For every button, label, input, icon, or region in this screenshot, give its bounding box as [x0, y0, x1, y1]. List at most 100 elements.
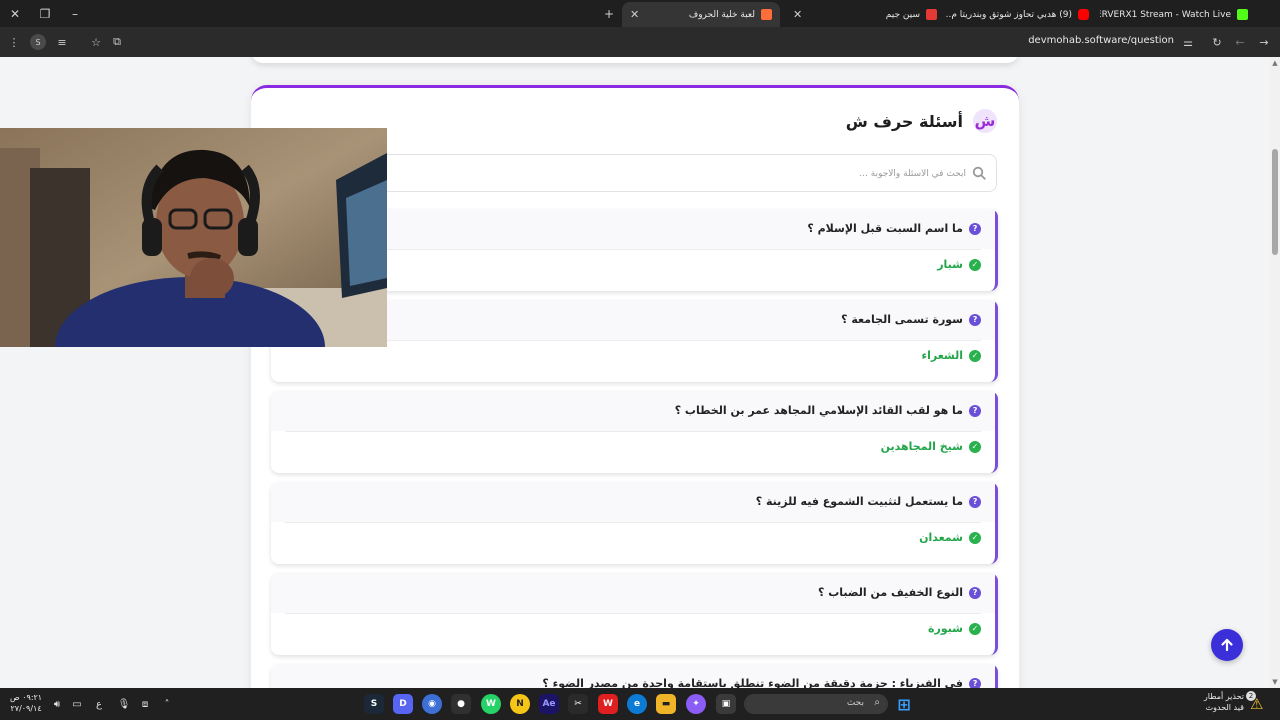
answer-text: الشعراء — [921, 349, 963, 362]
seen-jeem-favicon-icon — [926, 9, 937, 20]
answer-text: شبار — [937, 258, 963, 271]
weather-title: تحذير أمطار — [1203, 692, 1244, 701]
question-item[interactable]: ? في الفيزياء : حزمة دقيقة من الضوء تنطلق… — [271, 664, 998, 688]
clock[interactable]: ٠٩:٢١ ص ٢٧/٠٩/١٤ — [10, 692, 42, 714]
question-text: في الفيزياء : حزمة دقيقة من الضوء تنطلق … — [542, 677, 963, 688]
answer-text: شمعدان — [919, 531, 963, 544]
obs-app-icon[interactable]: ● — [451, 694, 471, 714]
question-item[interactable]: ? ما يستعمل لتثبيت الشموع فيه للزينة ؟ ✓ ش… — [271, 482, 998, 564]
tab-youtube[interactable]: (9) هدبي تحاوز شوتق وبندريتا م... ✕ — [945, 2, 1097, 27]
check-circle-icon: ✓ — [969, 258, 981, 271]
weather-widget[interactable]: ⚠ 2 تحذير أمطار قيد الحدوث — [1204, 691, 1268, 713]
windows-taskbar: ٠٩:٢١ ص ٢٧/٠٩/١٤ 🔊︎ ▭ ع 🎙︎ ⧈ ˄ S D ◉ ● W… — [0, 688, 1280, 720]
question-mark-icon: ? — [969, 586, 981, 599]
clock-time: ٠٩:٢١ ص — [10, 693, 43, 702]
after-effects-app-icon[interactable]: Ae — [539, 694, 559, 714]
weather-subtitle: قيد الحدوث — [1205, 703, 1244, 712]
search-icon — [972, 166, 986, 180]
back-icon[interactable]: → — [1256, 34, 1272, 50]
clock-date: ٢٧/٠٩/١٤ — [10, 704, 42, 713]
steam-app-icon[interactable]: S — [364, 694, 384, 714]
weather-badge: 2 — [1246, 691, 1256, 701]
scroll-to-top-button[interactable] — [1211, 629, 1243, 661]
question-text: سورة تسمى الجامعة ؟ — [841, 313, 963, 326]
task-view-icon[interactable]: ▣ — [716, 694, 736, 714]
search-icon: ⌕ — [874, 697, 880, 708]
windows-start-icon[interactable]: ⊞ — [894, 694, 914, 714]
language-indicator[interactable]: ع — [92, 697, 106, 711]
question-mark-icon: ? — [969, 313, 981, 326]
question-mark-icon: ? — [969, 222, 981, 235]
answer-text: شبورة — [927, 622, 963, 635]
check-circle-icon: ✓ — [969, 531, 981, 544]
profile-avatar-icon[interactable]: S — [30, 34, 46, 50]
tab-title: سين جيم — [885, 9, 920, 20]
restore-window-icon[interactable]: ❐ — [30, 0, 60, 27]
check-circle-icon: ✓ — [969, 622, 981, 635]
question-item[interactable]: ? النوع الخفيف من الضباب ؟ ✓ شبورة — [271, 573, 998, 655]
previous-card-bottom — [251, 57, 1019, 63]
browser-tab-bar: ✕ ❐ – + لعبة خلية الحروف ✕ سين جيم ✕ (9)… — [0, 0, 1280, 27]
tab-close-icon[interactable]: ✕ — [793, 8, 802, 21]
wps-app-icon[interactable]: W — [598, 694, 618, 714]
menu-dots-icon[interactable]: ⋮ — [6, 34, 22, 50]
edge-app-icon[interactable]: e — [627, 694, 647, 714]
tab-letter-hive[interactable]: لعبة خلية الحروف ✕ — [622, 2, 780, 27]
tab-title: (9) هدبي تحاوز شوتق وبندريتا م... — [945, 9, 1072, 20]
taskbar-search[interactable]: بحث ⌕ — [744, 694, 888, 714]
page-viewport: ش أسئلة حرف ش ? ما اسم السبت قبل الإسلام … — [0, 57, 1270, 688]
question-text: ما يستعمل لتثبيت الشموع فيه للزينة ؟ — [755, 495, 963, 508]
page-title: أسئلة حرف ش — [845, 111, 963, 131]
capcut-app-icon[interactable]: ✂ — [568, 694, 588, 714]
volume-icon[interactable]: 🔊︎ — [50, 697, 64, 711]
kick-favicon-icon — [1237, 9, 1248, 20]
reload-icon[interactable]: ↻ — [1209, 34, 1225, 50]
question-item[interactable]: ? ما هو لقب القائد الإسلامي المجاهد عمر ب… — [271, 391, 998, 473]
scrollbar-thumb[interactable] — [1272, 149, 1278, 255]
microphone-icon[interactable]: 🎙︎ — [117, 697, 131, 711]
site-settings-icon[interactable]: ⚌ — [1180, 34, 1196, 50]
check-circle-icon: ✓ — [969, 349, 981, 362]
webcam-overlay — [0, 128, 387, 347]
discord-app-icon[interactable]: D — [393, 694, 413, 714]
url-text[interactable]: devmohab.software/question — [1028, 35, 1174, 46]
tab-seen-jeem[interactable]: سين جيم ✕ — [785, 2, 945, 27]
youtube-favicon-icon — [1078, 9, 1089, 20]
check-circle-icon: ✓ — [969, 440, 981, 453]
tray-app-icon[interactable]: ⧈ — [138, 697, 152, 711]
question-text: ما هو لقب القائد الإسلامي المجاهد عمر بن… — [674, 404, 963, 417]
minimize-window-icon[interactable]: – — [60, 0, 90, 27]
file-explorer-icon[interactable]: ▬ — [656, 694, 676, 714]
letter-badge: ش — [973, 109, 997, 133]
tab-title: SERVERX1 Stream - Watch Live — [1100, 9, 1231, 20]
search-input[interactable] — [366, 164, 966, 184]
webcam-feed-image — [0, 128, 387, 347]
arrow-up-icon — [1221, 638, 1233, 652]
letters-game-favicon-icon — [761, 9, 772, 20]
tab-title: لعبة خلية الحروف — [688, 9, 755, 20]
copilot-app-icon[interactable]: ✦ — [686, 694, 706, 714]
question-mark-icon: ? — [969, 404, 981, 417]
scroll-up-icon[interactable]: ▲ — [1271, 59, 1279, 67]
card-header: ش أسئلة حرف ش — [846, 109, 997, 133]
chevron-up-icon[interactable]: ˄ — [160, 697, 174, 711]
whatsapp-app-icon[interactable]: W — [481, 694, 501, 714]
notes-app-icon[interactable]: N — [510, 694, 530, 714]
page-scrollbar[interactable]: ▲ ▼ — [1270, 57, 1280, 688]
translate-icon[interactable]: ⧉ — [109, 34, 125, 50]
bookmark-star-icon[interactable]: ☆ — [88, 34, 104, 50]
taskbar-search-label: بحث — [846, 698, 864, 708]
close-window-icon[interactable]: ✕ — [0, 0, 30, 27]
weather-warning-icon: ⚠ 2 — [1246, 691, 1268, 713]
forward-icon[interactable]: ← — [1232, 34, 1248, 50]
question-mark-icon: ? — [969, 677, 981, 688]
network-icon[interactable]: ▭ — [70, 697, 84, 711]
scroll-down-icon[interactable]: ▼ — [1271, 678, 1279, 686]
tab-close-icon[interactable]: ✕ — [630, 8, 639, 21]
question-text: النوع الخفيف من الضباب ؟ — [818, 586, 963, 599]
chrome-app-icon[interactable]: ◉ — [422, 694, 442, 714]
reading-list-icon[interactable]: ≡ — [54, 34, 70, 50]
tab-kick-stream[interactable]: SERVERX1 Stream - Watch Live ✕ — [1100, 2, 1256, 27]
question-text: ما اسم السبت قبل الإسلام ؟ — [807, 222, 963, 235]
new-tab-icon[interactable]: + — [594, 0, 624, 27]
